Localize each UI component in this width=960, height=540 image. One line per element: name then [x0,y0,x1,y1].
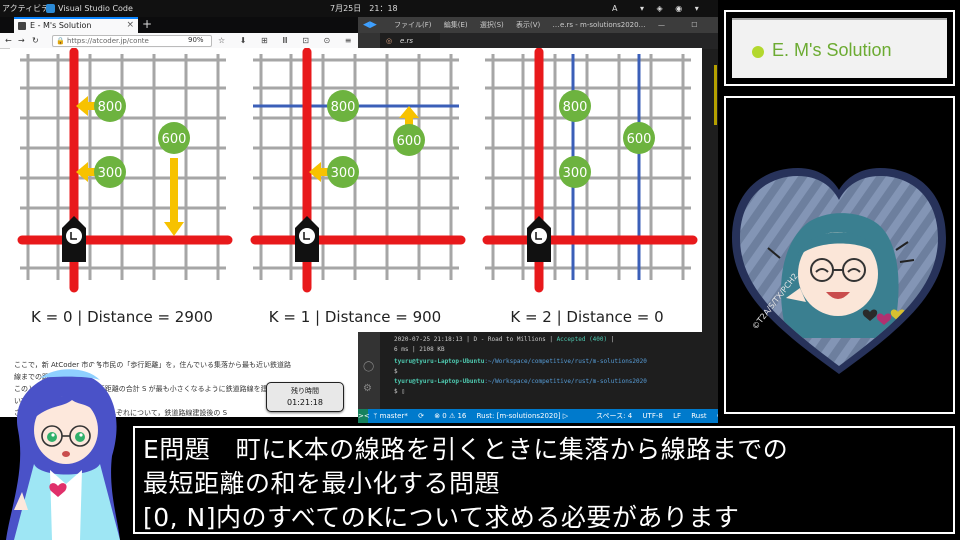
figure-panel-k1: 800 600 300 K = 1 | Distance = 900 [250,48,466,326]
vscode-app-icon [46,4,55,13]
bullet-icon [752,46,764,58]
url-text: https://atcoder.jp/conte [67,37,149,45]
terminal-line: 2020-07-25 21:18:13 | D - Road to Millio… [394,336,615,343]
feedback-icon[interactable]: ☺ 🔔 [717,412,718,420]
figure-panel-k0: 800 300 600 K = 0 | Distance = 2900 [17,48,233,326]
os-top-bar: アクティビティ Visual Studio Code 7月25日 21：18 A… [0,0,718,17]
settlement-population: 300 [563,166,588,181]
menu-view[interactable]: 表示(V) [516,21,540,29]
app-name: Visual Studio Code [58,4,133,13]
editor-tab-label: e.rs [400,37,414,45]
panel-k-label: K = 0 | Distance = 2900 [31,308,213,326]
subtitle-line-2: 最短距離の和を最小化する問題 [143,469,501,498]
browser-toolbar-icons[interactable]: ☆ ⬇ ⊞ Ⅲ ⊡ ⊙ ≡ [218,33,357,48]
terminal-line: tyuru@tyuru-Laptop-Ubuntu:~/Workspace/co… [394,358,647,365]
vscode-window-title: e.rs - m-solutions2020… [560,21,646,29]
back-icon[interactable]: ← [5,33,12,48]
browser-tab-strip: E - M's Solution × + [0,17,358,33]
terminal-line: 6 ms | 2108 KB [394,346,445,353]
menu-more[interactable]: … [553,21,560,29]
settlement-population: 300 [331,166,356,181]
figure-panel-k2: 800 300 600 K = 2 | Distance = 0 [482,48,698,326]
eol[interactable]: LF [673,412,681,420]
vtuber-character [6,362,120,540]
editor-tab-e-rs[interactable]: ◎ e.rs [380,33,440,49]
stream-layout: アクティビティ Visual Studio Code 7月25日 21：18 A… [0,0,960,540]
rust-file-icon: ◎ [386,37,393,45]
terminal-line: tyuru@tyuru-Laptop-Ubuntu:~/Workspace/co… [394,378,647,385]
system-tray-icons[interactable]: ▾ ◈ ◉ ▾ [640,0,704,17]
clock-face-icon [531,228,547,244]
title-card: E. M's Solution [732,18,947,78]
tab-title: E - M's Solution [30,21,92,30]
terminal-line: $ [394,368,398,375]
vscode-status-bar: >< ᛘ master* ⟳ ⊗ 0 ⚠ 16 Rust: [m-solutio… [358,409,718,423]
clock-face-icon [66,228,82,244]
clock-face-icon [299,228,315,244]
settings-gear-icon[interactable]: ⚙ [363,383,372,394]
heart-badge: ©T2A/S/TX/PCH2 [732,168,946,374]
remaining-time-widget: 残り時間 01:21:18 [266,382,344,412]
settlement-population: 600 [627,132,652,147]
settlement-population: 300 [98,166,123,181]
reload-icon[interactable]: ↻ [32,33,39,48]
settlement-population: 600 [397,134,422,149]
editor-tabs: ◎ e.rs [380,33,718,49]
timer-label: 残り時間 [291,387,319,395]
subtitle-line-3: [0, N]内のすべてのKについて求める必要があります [143,503,740,532]
account-icon[interactable]: ◯ [363,361,374,372]
stream-title-panel: E. M's Solution [724,10,955,86]
problem-title: E. M's Solution [752,40,892,61]
zoom-level[interactable]: 90% [188,33,204,48]
atcoder-favicon-icon [18,22,26,30]
new-tab-button[interactable]: + [142,17,152,32]
problem-figure: 800 300 600 K = 0 | Distance = 2900 800 600 3… [10,48,702,332]
lock-icon: 🔒 [56,37,65,45]
arrow-icon [164,158,184,236]
remote-indicator-icon[interactable]: >< [358,409,370,423]
rust-status[interactable]: Rust: [m-solutions2020] ▷ [477,412,569,420]
menu-edit[interactable]: 編集(E) [444,21,468,29]
editor-gutter-marker [714,65,717,125]
vscode-title-bar: ◀▶ ファイル(F) 編集(E) 選択(S) 表示(V) … e.rs - m-… [358,17,718,45]
settlement-population: 800 [98,100,123,115]
timer-value: 01:21:18 [287,398,323,407]
problems-count[interactable]: ⊗ 0 ⚠ 16 [434,412,466,420]
panel-k-label: K = 1 | Distance = 900 [269,308,441,326]
integrated-terminal[interactable]: 2020-07-25 21:18:13 | D - Road to Millio… [380,335,718,415]
settlement-population: 600 [162,132,187,147]
avatar-panel: ©T2A/S/TX/PCH2 [724,96,955,414]
menu-selection[interactable]: 選択(S) [480,21,504,29]
sync-icon[interactable]: ⟳ [418,412,424,420]
menu-file[interactable]: ファイル(F) [394,21,432,29]
git-branch[interactable]: ᛘ master* [373,412,408,420]
app-menu[interactable]: Visual Studio Code [46,0,133,17]
indent-setting[interactable]: スペース: 4 [596,412,632,420]
browser-nav-bar: ← → ↻ 🔒 https://atcoder.jp/conte 90% ☆ ⬇… [0,33,358,49]
panel-k-label: K = 2 | Distance = 0 [510,308,663,326]
terminal-cursor-line: $ ▯ [394,388,405,395]
os-clock[interactable]: 7月25日 21：18 [330,0,398,17]
settlement-population: 800 [331,100,356,115]
settlement-population: 800 [563,100,588,115]
language-mode[interactable]: Rust [691,412,706,420]
vscode-logo-icon: ◀▶ [363,20,377,30]
subtitle-line-1: E問題 町にK本の線路を引くときに集落から線路までの [143,435,789,464]
input-method-indicator[interactable]: A [612,0,617,17]
browser-tab-active[interactable]: E - M's Solution × [14,17,138,33]
tab-close-icon[interactable]: × [126,19,134,32]
encoding[interactable]: UTF-8 [642,412,662,420]
forward-icon[interactable]: → [18,33,25,48]
subtitle-box: E問題 町にK本の線路を引くときに集落から線路までの 最短距離の和を最小化する問… [133,426,955,534]
vscode-menu-bar: ファイル(F) 編集(E) 選択(S) 表示(V) … [394,17,570,33]
accepted-status: Accepted (400) [556,336,608,343]
